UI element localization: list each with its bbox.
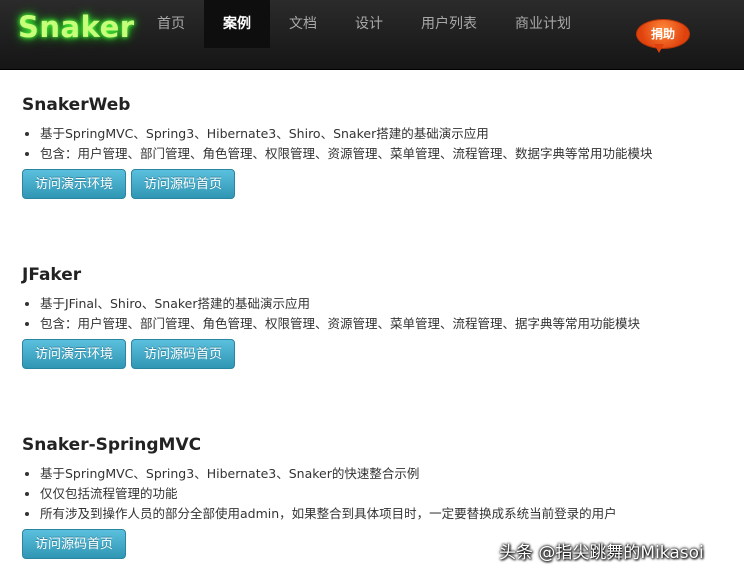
- list-item: 基于SpringMVC、Spring3、Hibernate3、Snaker的快速…: [40, 464, 617, 484]
- feature-list: 基于SpringMVC、Spring3、Hibernate3、Shiro、Sna…: [22, 124, 653, 164]
- button-group: 访问演示环境 访问源码首页: [22, 339, 640, 369]
- list-item: 包含：用户管理、部门管理、角色管理、权限管理、资源管理、菜单管理、流程管理、据字…: [40, 314, 640, 334]
- feature-list: 基于JFinal、Shiro、Snaker搭建的基础演示应用 包含：用户管理、部…: [22, 294, 640, 334]
- visit-demo-button[interactable]: 访问演示环境: [22, 169, 127, 199]
- nav-item-cases[interactable]: 案例: [204, 0, 270, 48]
- list-item: 基于SpringMVC、Spring3、Hibernate3、Shiro、Sna…: [40, 124, 653, 144]
- nav-item-user-list[interactable]: 用户列表: [402, 0, 496, 48]
- list-item: 基于JFinal、Shiro、Snaker搭建的基础演示应用: [40, 294, 640, 314]
- project-section-jfaker: JFaker 基于JFinal、Shiro、Snaker搭建的基础演示应用 包含…: [22, 264, 640, 369]
- nav-item-home[interactable]: 首页: [138, 0, 204, 48]
- donate-label: 捐助: [650, 27, 675, 41]
- list-item: 所有涉及到操作人员的部分全部使用admin，如果整合到具体项目时，一定要替换成系…: [40, 504, 617, 524]
- nav-item-docs[interactable]: 文档: [270, 0, 336, 48]
- watermark-text: 头条 @指尖跳舞的Mikasoi: [499, 543, 704, 563]
- snaker-logo[interactable]: Snaker: [18, 10, 135, 44]
- visit-source-button[interactable]: 访问源码首页: [22, 529, 127, 559]
- nav-item-design[interactable]: 设计: [336, 0, 402, 48]
- donate-button[interactable]: 捐助: [636, 19, 690, 53]
- button-group: 访问演示环境 访问源码首页: [22, 169, 653, 199]
- visit-demo-button[interactable]: 访问演示环境: [22, 339, 127, 369]
- project-section-snakerweb: SnakerWeb 基于SpringMVC、Spring3、Hibernate3…: [22, 94, 653, 199]
- feature-list: 基于SpringMVC、Spring3、Hibernate3、Snaker的快速…: [22, 464, 617, 524]
- project-title: SnakerWeb: [22, 95, 131, 115]
- visit-source-button[interactable]: 访问源码首页: [131, 169, 236, 199]
- project-title: JFaker: [22, 265, 82, 285]
- list-item: 包含：用户管理、部门管理、角色管理、权限管理、资源管理、菜单管理、流程管理、数据…: [40, 144, 653, 164]
- top-navbar: Snaker 首页 案例 文档 设计 用户列表 商业计划 捐助: [0, 0, 744, 70]
- list-item: 仅仅包括流程管理的功能: [40, 484, 617, 504]
- visit-source-button[interactable]: 访问源码首页: [131, 339, 236, 369]
- main-nav: 首页 案例 文档 设计 用户列表 商业计划: [138, 0, 590, 48]
- project-title: Snaker-SpringMVC: [22, 435, 202, 455]
- nav-item-business-plan[interactable]: 商业计划: [496, 0, 590, 48]
